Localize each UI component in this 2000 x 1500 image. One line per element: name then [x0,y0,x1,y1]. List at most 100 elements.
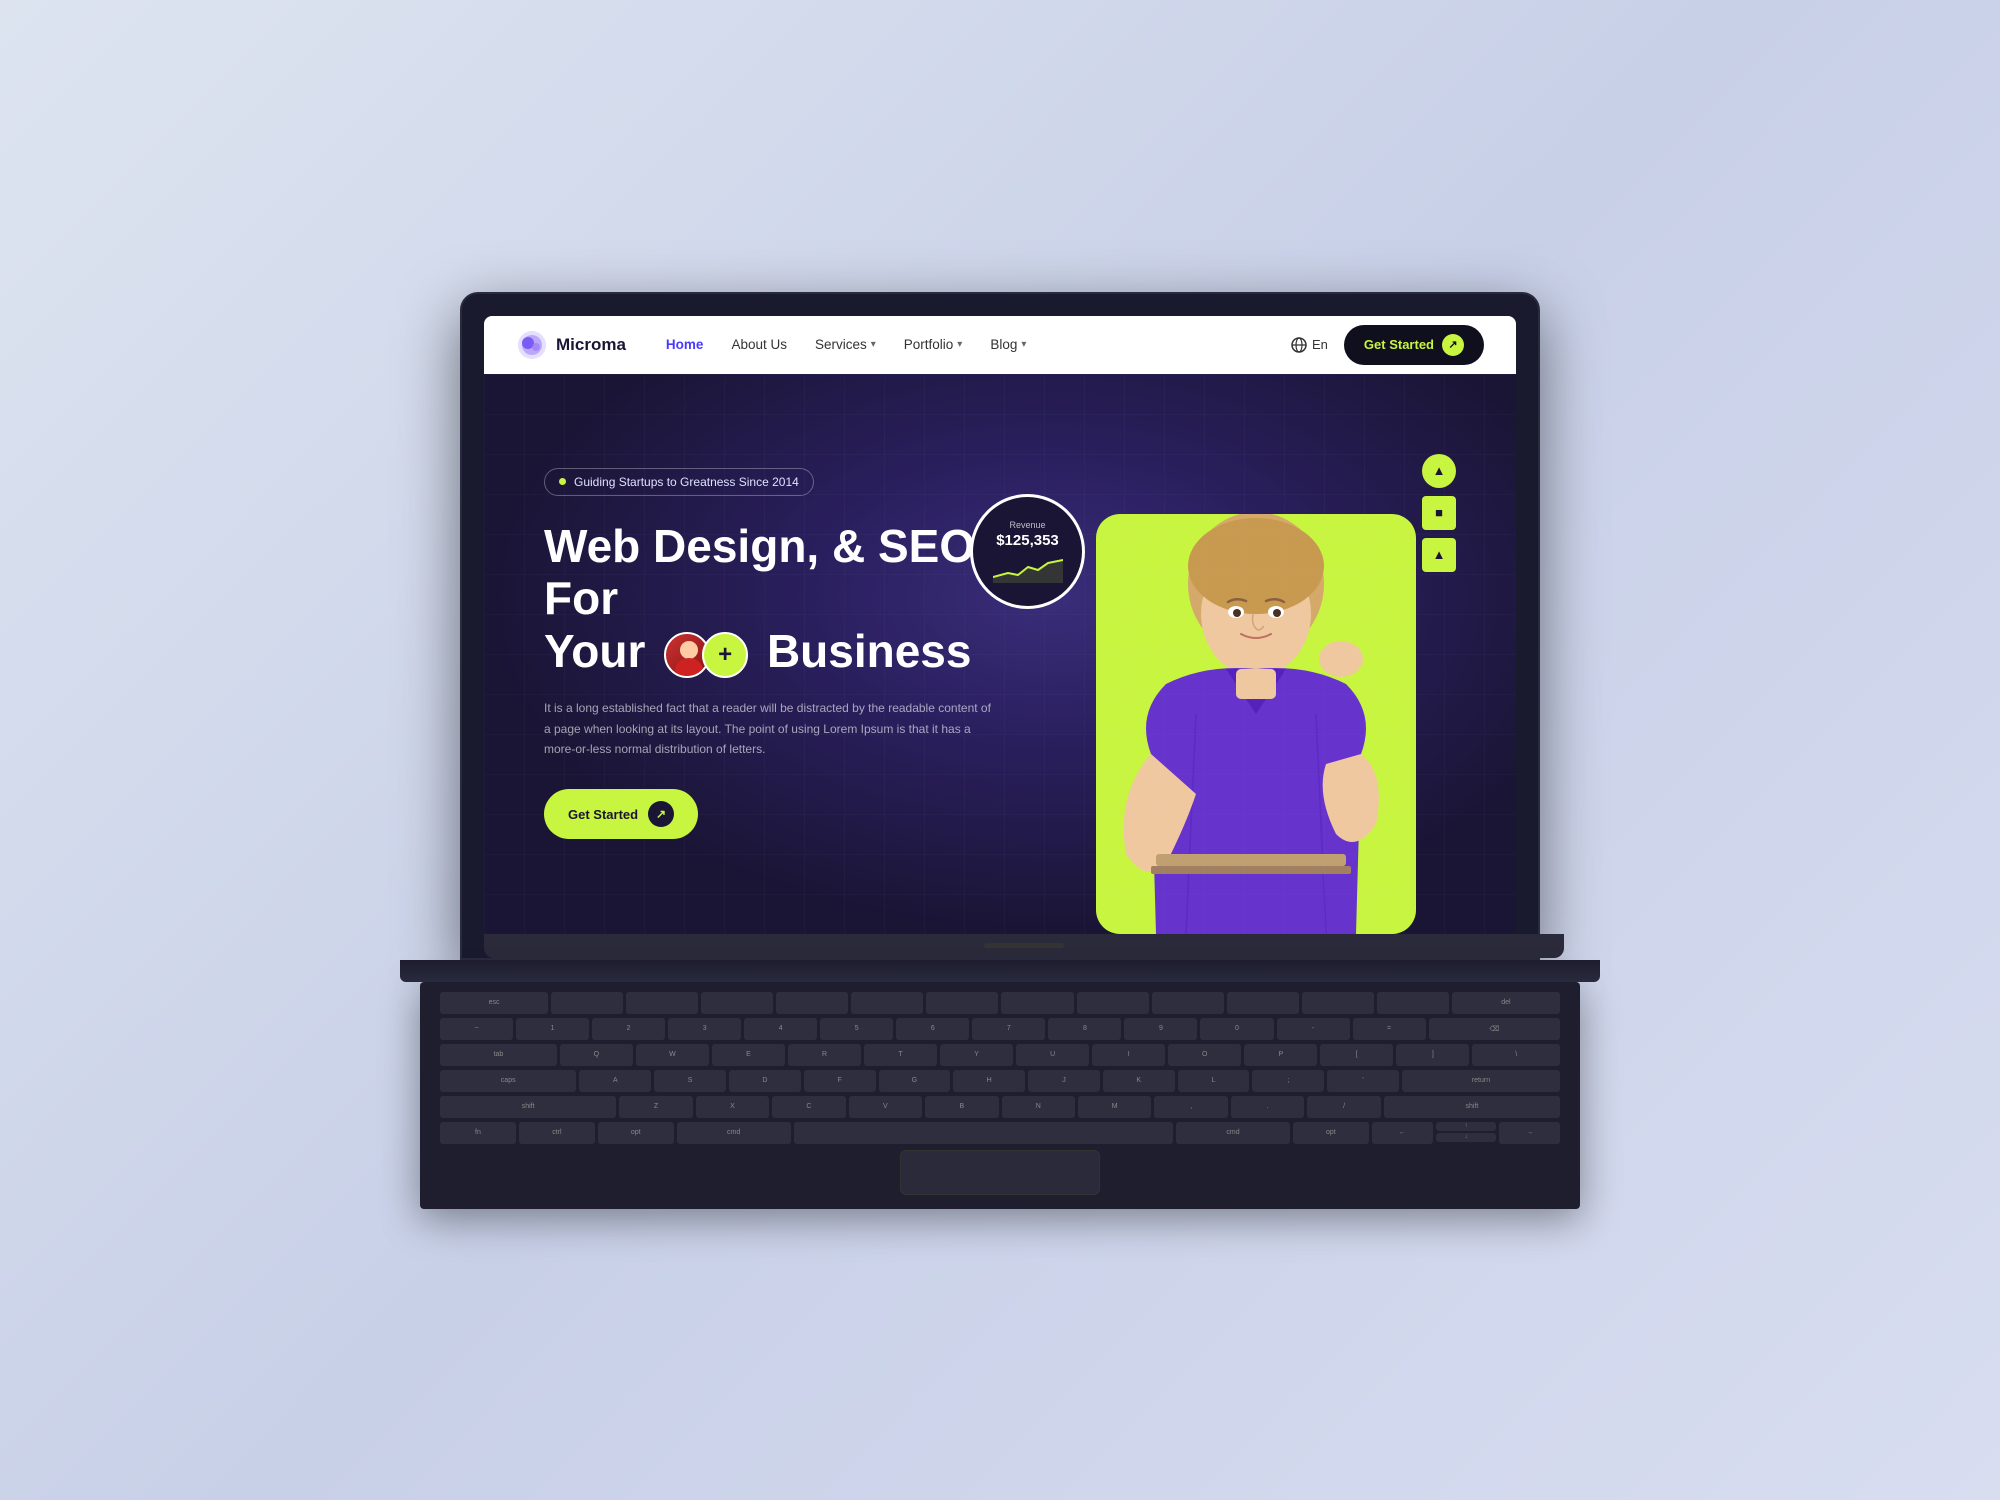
key-backspace[interactable]: ⌫ [1429,1018,1560,1040]
navbar-cta-button[interactable]: Get Started ↗ [1344,325,1484,365]
key-f[interactable]: F [804,1070,876,1092]
key-delete[interactable]: del [1452,992,1560,1014]
key-n[interactable]: N [1002,1096,1075,1118]
key-8[interactable]: 8 [1048,1018,1121,1040]
key-g[interactable]: G [879,1070,951,1092]
key-esc[interactable]: esc [440,992,548,1014]
person-illustration [1096,514,1416,934]
hero-description: It is a long established fact that a rea… [544,698,1000,759]
key-comma[interactable]: , [1154,1096,1227,1118]
key-period[interactable]: . [1231,1096,1304,1118]
key-fn[interactable]: fn [440,1122,516,1144]
key-9[interactable]: 9 [1124,1018,1197,1040]
key-rshift[interactable]: shift [1384,1096,1560,1118]
key-quote[interactable]: ' [1327,1070,1399,1092]
key-ropt[interactable]: opt [1293,1122,1369,1144]
trackpad[interactable] [900,1150,1100,1195]
key-rbracket[interactable]: ] [1396,1044,1469,1066]
key-f1[interactable] [551,992,623,1014]
hero-title-line1: Web Design, & SEO For [544,520,1000,626]
key-y[interactable]: Y [940,1044,1013,1066]
key-right[interactable]: → [1499,1122,1560,1144]
key-6[interactable]: 6 [896,1018,969,1040]
key-1[interactable]: 1 [516,1018,589,1040]
key-o[interactable]: O [1168,1044,1241,1066]
revenue-amount: $125,353 [996,532,1059,549]
key-v[interactable]: V [849,1096,922,1118]
key-c[interactable]: C [772,1096,845,1118]
key-space[interactable] [794,1122,1174,1144]
key-2[interactable]: 2 [592,1018,665,1040]
nav-home[interactable]: Home [666,337,704,352]
key-p[interactable]: P [1244,1044,1317,1066]
key-q[interactable]: Q [560,1044,633,1066]
key-4[interactable]: 4 [744,1018,817,1040]
key-f6[interactable] [926,992,998,1014]
key-r[interactable]: R [788,1044,861,1066]
key-u[interactable]: U [1016,1044,1089,1066]
key-j[interactable]: J [1028,1070,1100,1092]
key-w[interactable]: W [636,1044,709,1066]
key-lcmd[interactable]: cmd [677,1122,791,1144]
key-m[interactable]: M [1078,1096,1151,1118]
key-f9[interactable] [1152,992,1224,1014]
key-d[interactable]: D [729,1070,801,1092]
nav-about[interactable]: About Us [731,337,787,352]
key-f5[interactable] [851,992,923,1014]
key-x[interactable]: X [696,1096,769,1118]
key-f10[interactable] [1227,992,1299,1014]
key-caps[interactable]: caps [440,1070,576,1092]
key-f11[interactable] [1302,992,1374,1014]
key-equals[interactable]: = [1353,1018,1426,1040]
avatar-group: + [664,632,748,678]
key-backslash[interactable]: \ [1472,1044,1560,1066]
key-k[interactable]: K [1103,1070,1175,1092]
key-5[interactable]: 5 [820,1018,893,1040]
language-selector[interactable]: En [1291,337,1328,353]
key-minus[interactable]: - [1277,1018,1350,1040]
key-e[interactable]: E [712,1044,785,1066]
key-3[interactable]: 3 [668,1018,741,1040]
logo-area[interactable]: Microma [516,329,626,361]
key-f4[interactable] [776,992,848,1014]
key-f3[interactable] [701,992,773,1014]
nav-blog[interactable]: Blog ▾ [990,337,1026,352]
key-f8[interactable] [1077,992,1149,1014]
key-tab[interactable]: tab [440,1044,557,1066]
key-return[interactable]: return [1402,1070,1560,1092]
key-f12[interactable] [1377,992,1449,1014]
hero-cta-button[interactable]: Get Started ↗ [544,789,698,839]
key-up[interactable]: ↑ [1436,1122,1497,1131]
screen-bottom-bar [484,934,1564,958]
blog-chevron: ▾ [1021,339,1026,350]
key-i[interactable]: I [1092,1044,1165,1066]
key-h[interactable]: H [953,1070,1025,1092]
key-f7[interactable] [1001,992,1073,1014]
key-lshift[interactable]: shift [440,1096,616,1118]
key-left[interactable]: ← [1372,1122,1433,1144]
key-down[interactable]: ↓ [1436,1133,1497,1142]
key-rcmd[interactable]: cmd [1176,1122,1290,1144]
shape-square-btn[interactable]: ■ [1422,496,1456,530]
key-b[interactable]: B [925,1096,998,1118]
shape-circle-btn[interactable]: ▲ [1422,454,1456,488]
nav-portfolio[interactable]: Portfolio ▾ [904,337,963,352]
key-z[interactable]: Z [619,1096,692,1118]
key-t[interactable]: T [864,1044,937,1066]
nav-services[interactable]: Services ▾ [815,337,876,352]
key-f2[interactable] [626,992,698,1014]
key-tilde[interactable]: ~ [440,1018,513,1040]
key-lbracket[interactable]: [ [1320,1044,1393,1066]
key-0[interactable]: 0 [1200,1018,1273,1040]
shape-triangle-btn[interactable]: ▲ [1422,538,1456,572]
key-opt[interactable]: opt [598,1122,674,1144]
key-ctrl[interactable]: ctrl [519,1122,595,1144]
key-a[interactable]: A [579,1070,651,1092]
key-7[interactable]: 7 [972,1018,1045,1040]
keyboard-row-2: ~ 1 2 3 4 5 6 7 8 9 0 - = ⌫ [440,1018,1560,1040]
key-semicolon[interactable]: ; [1252,1070,1324,1092]
key-l[interactable]: L [1178,1070,1250,1092]
key-slash[interactable]: / [1307,1096,1380,1118]
hero-left: Guiding Startups to Greatness Since 2014… [544,468,1000,840]
key-s[interactable]: S [654,1070,726,1092]
